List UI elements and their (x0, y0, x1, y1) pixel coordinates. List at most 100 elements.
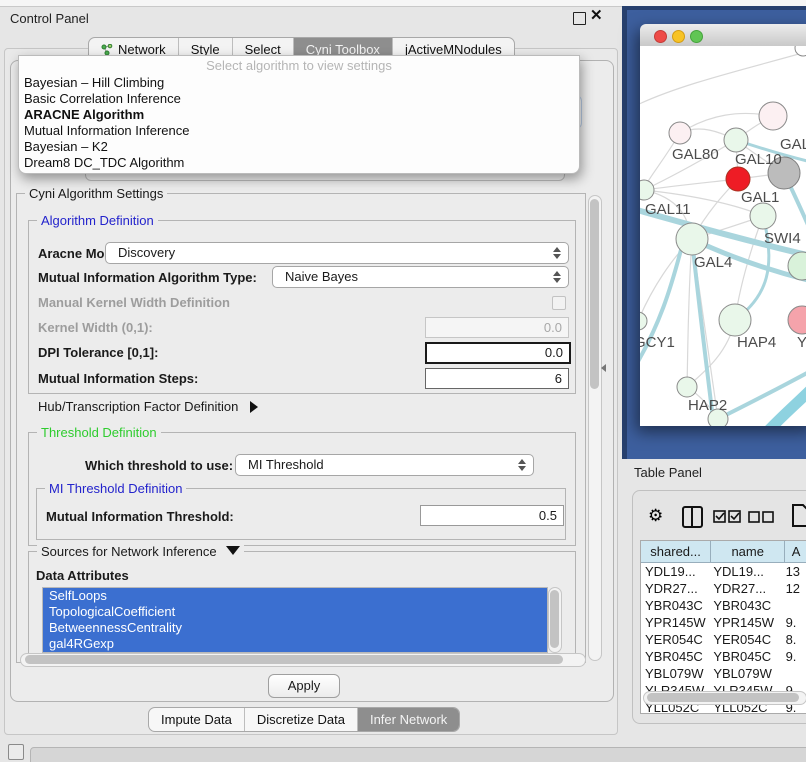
scrollbar-thumb[interactable] (590, 199, 599, 389)
cell-name: YDR27... (709, 580, 781, 597)
attributes-horizontal-scrollbar[interactable] (20, 653, 586, 667)
dropdown-item-bayesian-hill-climbing[interactable]: Bayesian – Hill Climbing (19, 75, 579, 91)
threshold-definition-title: Threshold Definition (37, 425, 161, 440)
dropdown-item-dream8[interactable]: Dream8 DC_TDC Algorithm (19, 155, 579, 171)
network-window-titlebar[interactable] (640, 24, 806, 47)
hub-definition-label: Hub/Transcription Factor Definition (38, 399, 238, 414)
select-all-checkboxes-icon[interactable] (713, 510, 741, 526)
attribute-item-gal4rgexp[interactable]: gal4RGexp (43, 636, 547, 652)
stepper-icon[interactable] (517, 459, 525, 471)
network-canvas[interactable]: GAL GAL80 GAL10 GAL1 GAL11 SWI4 GAL4 GCY… (640, 46, 806, 426)
table-settings-gear-icon[interactable]: ⚙ (648, 506, 666, 527)
dropdown-item-basic-correlation[interactable]: Basic Correlation Inference (19, 91, 579, 107)
cell-shared-name: YPR145W (641, 614, 709, 631)
tab-infer-network[interactable]: Infer Network (358, 708, 459, 731)
node-gal11[interactable] (640, 180, 654, 200)
mi-threshold-definition-title: MI Threshold Definition (45, 481, 186, 496)
algorithm-definition-title: Algorithm Definition (37, 213, 158, 228)
chevron-right-icon (250, 401, 258, 413)
mi-steps-field[interactable]: 6 (425, 368, 569, 389)
table-file-icon[interactable] (792, 504, 806, 531)
table-row[interactable]: YDR27... YDR27... 12 (641, 580, 806, 597)
combobox-value: Discovery (118, 243, 175, 263)
data-attributes-list: SelfLoops TopologicalCoefficient Between… (42, 587, 548, 653)
node-label: GAL (780, 136, 806, 153)
attribute-item-selfloops[interactable]: SelfLoops (43, 588, 547, 604)
split-columns-icon[interactable] (682, 506, 703, 528)
table-row[interactable]: YPR145W YPR145W 9. (641, 614, 806, 631)
dpi-tolerance-field[interactable]: 0.0 (425, 342, 571, 364)
node-table: shared... name A YDL19... YDL19... 13 YD… (640, 540, 806, 714)
mi-threshold-field[interactable]: 0.5 (420, 505, 564, 526)
node-red-selected[interactable] (726, 167, 750, 191)
node-hap4[interactable] (719, 304, 751, 336)
which-threshold-label: Which threshold to use: (85, 458, 233, 473)
minimize-traffic-light-icon[interactable] (672, 30, 685, 43)
node-gal-partial[interactable] (759, 102, 787, 130)
node-gal10[interactable] (724, 128, 748, 152)
dropdown-item-aracne[interactable]: ARACNE Algorithm (19, 107, 579, 123)
manual-kernel-width-checkbox[interactable] (552, 296, 566, 310)
node-label: GCY1 (640, 334, 675, 351)
apply-button[interactable]: Apply (268, 674, 340, 698)
panel-divider-handle[interactable] (601, 364, 606, 372)
dropdown-prompt: Select algorithm to view settings (19, 56, 579, 75)
table-row[interactable]: YBR043C YBR043C (641, 597, 806, 614)
table-row[interactable]: YBL079W YBL079W (641, 665, 806, 682)
column-header-shared-name[interactable]: shared... (641, 541, 711, 562)
table-row[interactable]: YER054C YER054C 8. (641, 631, 806, 648)
mi-algorithm-type-combobox[interactable]: Naive Bayes (272, 266, 569, 288)
table-horizontal-scrollbar[interactable] (643, 691, 806, 705)
table-row[interactable]: YBR045C YBR045C 9. (641, 648, 806, 665)
column-header-partial[interactable]: A (785, 541, 806, 562)
kernel-width-field[interactable]: 0.0 (425, 317, 569, 338)
cell-value: 9. (782, 614, 806, 631)
cell-value (782, 665, 806, 682)
which-threshold-combobox[interactable]: MI Threshold (235, 454, 534, 476)
cell-value: 8. (782, 631, 806, 648)
table-row[interactable]: YDL19... YDL19... 13 (641, 563, 806, 580)
data-attributes-label: Data Attributes (36, 568, 129, 583)
node-gal80[interactable] (669, 122, 691, 144)
zoom-traffic-light-icon[interactable] (690, 30, 703, 43)
cell-shared-name: YBL079W (641, 665, 709, 682)
screenshot-root: Control Panel ✕ Network Style Select Cyn… (0, 0, 806, 762)
cell-shared-name: YDL19... (641, 563, 709, 580)
scrollbar-thumb[interactable] (647, 693, 799, 702)
dock-panel-icon[interactable] (8, 744, 24, 760)
tab-impute-data[interactable]: Impute Data (149, 708, 245, 731)
tab-discretize-data[interactable]: Discretize Data (245, 708, 358, 731)
dropdown-item-bayesian-k2[interactable]: Bayesian – K2 (19, 139, 579, 155)
close-traffic-light-icon[interactable] (654, 30, 667, 43)
settings-vertical-scrollbar[interactable] (588, 195, 602, 661)
stepper-icon[interactable] (552, 247, 560, 259)
node-hap2[interactable] (677, 377, 697, 397)
mi-steps-label: Mutual Information Steps: (38, 371, 198, 386)
cell-shared-name: YBR045C (641, 648, 709, 665)
stepper-icon[interactable] (552, 271, 560, 283)
node-gal4[interactable] (676, 223, 708, 255)
node-gcy1[interactable] (640, 312, 647, 330)
close-icon[interactable]: ✕ (590, 6, 603, 24)
bottom-collapsed-panel[interactable] (30, 747, 806, 762)
hub-definition-expander[interactable]: Hub/Transcription Factor Definition (38, 399, 258, 414)
attribute-item-topologicalcoefficient[interactable]: TopologicalCoefficient (43, 604, 547, 620)
node-gal1[interactable] (750, 203, 776, 229)
kernel-width-label: Kernel Width (0,1): (38, 320, 153, 335)
cell-shared-name: YDR27... (641, 580, 709, 597)
mi-threshold-label: Mutual Information Threshold: (46, 509, 234, 524)
scrollbar-thumb[interactable] (550, 590, 559, 648)
attribute-item-betweennesscentrality[interactable]: BetweennessCentrality (43, 620, 547, 636)
node-pink-right[interactable] (788, 306, 806, 334)
deselect-checkboxes-icon[interactable] (748, 511, 774, 526)
attributes-vertical-scrollbar[interactable] (548, 587, 562, 653)
tab-label: Impute Data (161, 712, 232, 727)
column-header-name[interactable]: name (711, 541, 785, 562)
cell-value: 12 (782, 580, 806, 597)
dropdown-item-mutual-information[interactable]: Mutual Information Inference (19, 123, 579, 139)
aracne-mode-combobox[interactable]: Discovery (105, 242, 569, 264)
sources-expander[interactable]: Sources for Network Inference (37, 544, 244, 559)
manual-kernel-width-label: Manual Kernel Width Definition (38, 295, 230, 310)
scrollbar-thumb[interactable] (25, 655, 563, 664)
float-window-icon[interactable] (573, 12, 586, 25)
